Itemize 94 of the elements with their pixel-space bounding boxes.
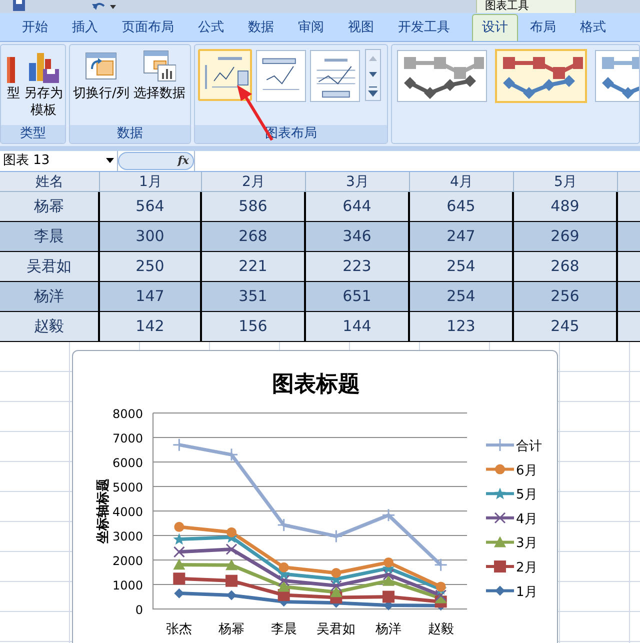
axis-label: 赵毅: [428, 622, 454, 637]
axis-label: 李晨: [270, 622, 297, 637]
legend-label: 3月: [516, 536, 538, 552]
chart-layout-option[interactable]: [198, 49, 252, 101]
chart-title: 图表标题: [272, 371, 360, 397]
data-point: [278, 580, 290, 592]
ribbon-tab[interactable]: 布局: [518, 14, 568, 41]
group-label: 数据: [117, 126, 143, 141]
data-point: [174, 588, 184, 598]
column-header[interactable]: 5月: [514, 172, 618, 191]
ribbon-tab[interactable]: 插入: [60, 14, 110, 41]
column-header[interactable]: 1月: [100, 172, 202, 191]
data-point: [278, 562, 289, 572]
data-point: [382, 590, 394, 603]
legend-label: 4月: [516, 512, 538, 527]
insert-function-button[interactable]: fx: [178, 152, 189, 170]
legend-key: [486, 536, 514, 548]
data-point: [278, 574, 290, 586]
ribbon-button[interactable]: 选择数据: [133, 49, 186, 102]
data-point: [382, 508, 396, 522]
data-point: [330, 580, 342, 592]
data-point: [382, 574, 394, 586]
data-point: [277, 518, 291, 532]
legend-key: [486, 512, 514, 524]
legend-label: 5月: [516, 488, 538, 503]
data-point: [226, 574, 238, 587]
axis-label: 6000: [112, 456, 143, 470]
ribbon-tab[interactable]: 审阅: [286, 14, 336, 41]
legend-key: [486, 586, 514, 596]
column-header[interactable]: 姓名: [0, 172, 100, 191]
data-point: [173, 533, 186, 545]
axis-label: 2000: [112, 554, 143, 568]
axis-label: 张杰: [166, 622, 192, 637]
contextual-tab-label: 图表工具: [476, 0, 576, 13]
axis-label: 杨洋: [376, 622, 402, 637]
axis-label: 8000: [112, 407, 143, 421]
data-point: [331, 568, 342, 578]
dropdown-arrow-icon: [106, 158, 114, 164]
save-icon[interactable]: [12, 0, 26, 12]
legend-key: [486, 560, 514, 572]
axis-label: 吴君如: [316, 622, 356, 637]
data-point: [226, 559, 238, 570]
data-point: [436, 582, 446, 592]
ribbon-tab[interactable]: 数据: [236, 14, 286, 41]
ribbon-tab[interactable]: 视图: [336, 14, 386, 41]
ribbon-button[interactable]: 切换行/列: [73, 49, 130, 102]
axis-label: 3000: [112, 530, 143, 544]
chart-layout-option[interactable]: [256, 50, 306, 102]
ribbon-tab[interactable]: 开发工具: [386, 14, 462, 41]
column-header[interactable]: 2月: [202, 172, 306, 191]
chart-style-option[interactable]: [397, 50, 487, 102]
data-point: [435, 590, 447, 602]
name-box[interactable]: 图表 13: [0, 151, 118, 171]
data-point: [226, 590, 236, 600]
ribbon-tab[interactable]: 开始: [10, 14, 60, 41]
ribbon-tab[interactable]: 公式: [186, 14, 236, 41]
ribbon-tab[interactable]: 页面布局: [110, 14, 186, 41]
chart-style-option[interactable]: [495, 49, 587, 103]
ribbon-button[interactable]: 另存为 模板: [24, 49, 63, 119]
axis-label: 4000: [112, 505, 143, 519]
ribbon-tab[interactable]: 格式: [568, 14, 618, 41]
column-header[interactable]: 3月: [306, 172, 410, 191]
column-header[interactable]: 4月: [410, 172, 514, 191]
legend-label: 6月: [516, 463, 538, 478]
legend-label: 1月: [516, 584, 538, 600]
data-point: [330, 586, 342, 598]
legend-label: 2月: [516, 560, 538, 576]
axis-label: 0: [135, 603, 143, 617]
data-point: [434, 558, 448, 572]
ribbon-tab[interactable]: 设计: [472, 14, 518, 41]
ribbon-button[interactable]: 型: [7, 49, 20, 102]
data-point: [384, 557, 394, 568]
axis-label: 杨幂: [218, 622, 244, 637]
axis-label: 5000: [112, 480, 143, 494]
axis-title: 坐标轴标题: [96, 478, 111, 544]
axis-label: 1000: [112, 578, 143, 592]
data-point: [226, 527, 236, 538]
data-point: [382, 568, 394, 580]
data-point: [173, 546, 185, 558]
data-point: [226, 543, 238, 555]
legend-key: [486, 464, 514, 474]
legend-key: [486, 438, 514, 452]
data-point: [173, 572, 186, 585]
data-point: [224, 448, 238, 462]
data-point: [172, 438, 186, 452]
pointer-arrow: [236, 84, 276, 142]
legend-label: 合计: [516, 439, 542, 454]
group-label: 类型: [20, 126, 46, 141]
data-point: [173, 558, 186, 570]
axis-label: 7000: [112, 432, 143, 446]
data-point: [174, 522, 184, 532]
chart-layout-option[interactable]: [310, 50, 360, 102]
data-point: [329, 529, 343, 543]
legend-key: [486, 488, 514, 500]
